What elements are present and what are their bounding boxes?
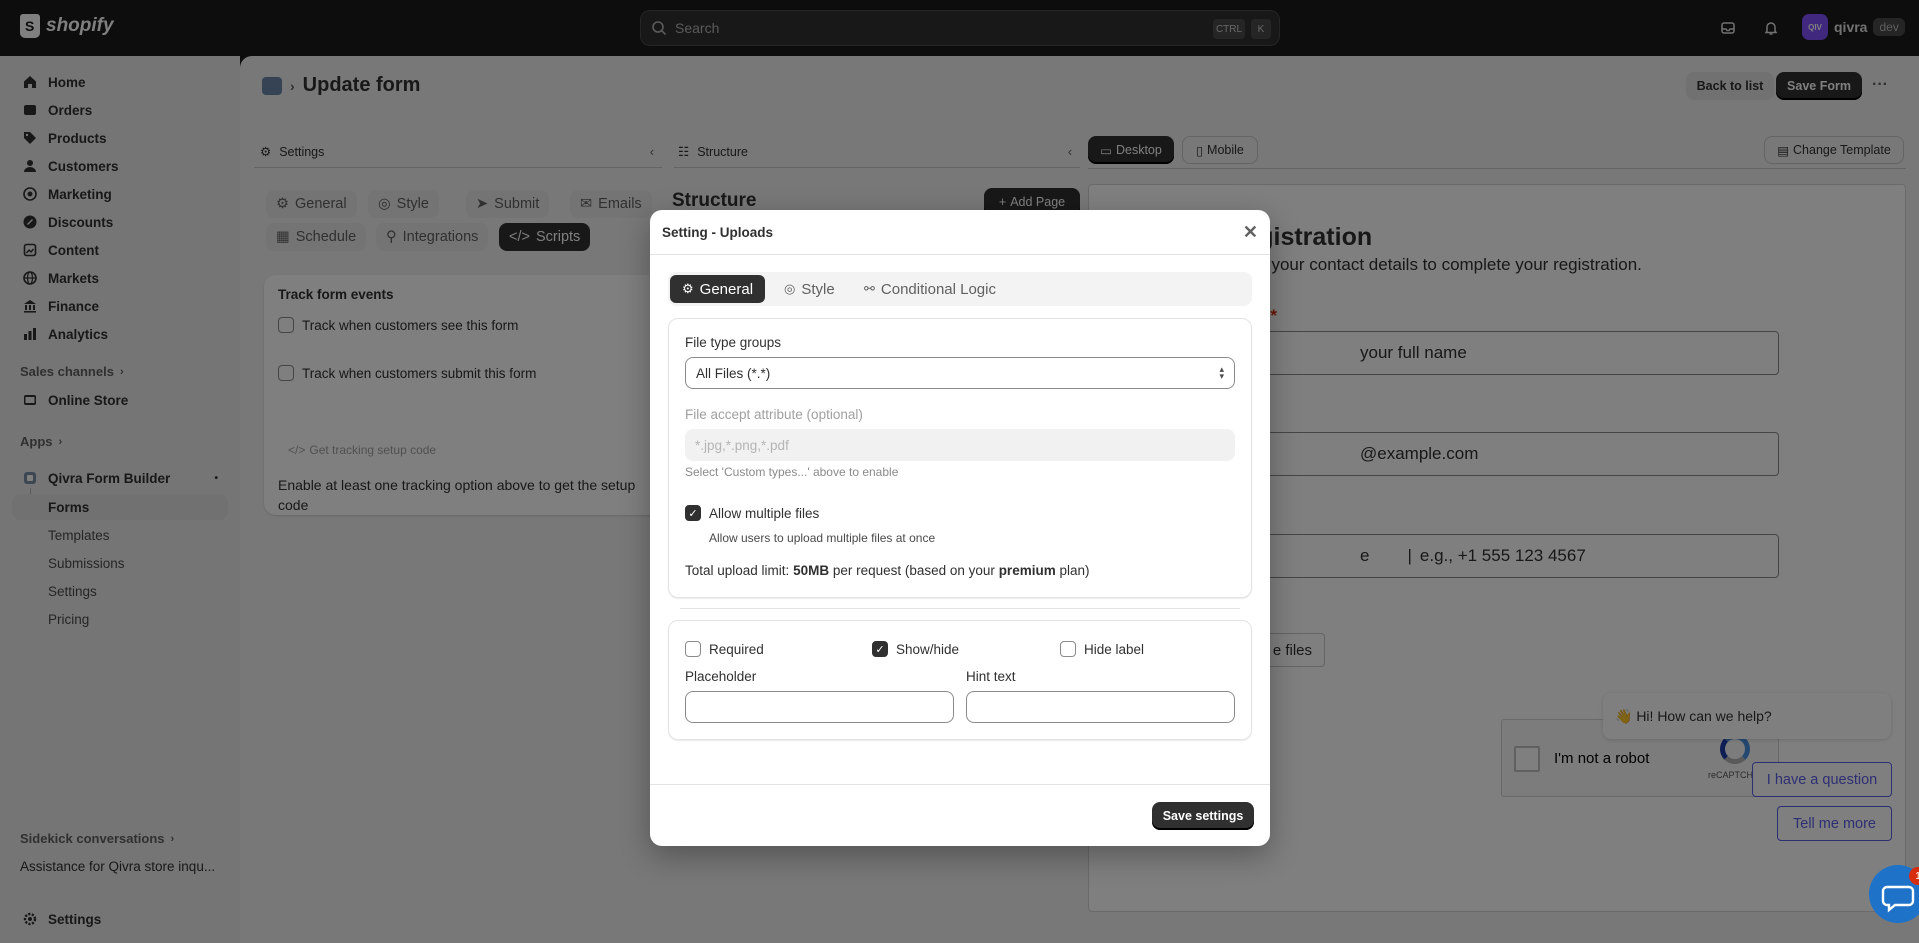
required-option[interactable]: Required [685, 641, 764, 657]
hint-text-input[interactable] [966, 691, 1235, 723]
allow-multiple-help: Allow users to upload multiple files at … [709, 531, 936, 545]
placeholder-label: Placeholder [685, 669, 757, 684]
close-icon[interactable]: ✕ [1243, 223, 1258, 241]
modal-tab-conditional-logic[interactable]: ⚯ Conditional Logic [852, 275, 1008, 303]
upload-limit-plan: premium [998, 563, 1056, 578]
hide-label-label: Hide label [1084, 641, 1145, 657]
allow-multiple-checkbox[interactable]: ✓ [685, 505, 701, 521]
check-icon: ✓ [875, 643, 885, 656]
uploads-settings-modal: Setting - Uploads ✕ ⚙ General ◎ Style ⚯ … [650, 210, 1270, 846]
placeholder-input[interactable] [685, 691, 954, 723]
accept-help: Select 'Custom types...' above to enable [685, 465, 899, 479]
save-settings-button[interactable]: Save settings [1152, 802, 1254, 830]
file-type-label: File type groups [685, 335, 782, 350]
upload-limit-prefix: Total upload limit: [685, 563, 794, 578]
file-type-value: All Files (*.*) [696, 365, 771, 381]
hide-label-checkbox[interactable] [1060, 641, 1076, 657]
modal-tab-style[interactable]: ◎ Style [772, 275, 847, 303]
required-checkbox[interactable] [685, 641, 701, 657]
modal-header: Setting - Uploads ✕ [650, 210, 1270, 255]
modal-tabs: ⚙ General ◎ Style ⚯ Conditional Logic [668, 272, 1252, 306]
card-divider [680, 608, 1240, 609]
modal-tab-general[interactable]: ⚙ General [670, 275, 766, 303]
hint-text-label: Hint text [966, 669, 1016, 684]
upload-limit-text: Total upload limit: 50MB per request (ba… [685, 563, 1089, 578]
accept-input[interactable]: *.jpg,*.png,*.pdf [685, 429, 1235, 461]
modal-title: Setting - Uploads [662, 224, 773, 240]
showhide-checkbox[interactable]: ✓ [872, 641, 888, 657]
modal-tab-label: Style [801, 280, 835, 298]
showhide-option[interactable]: ✓ Show/hide [872, 641, 959, 657]
file-type-select[interactable]: All Files (*.*) ▴ ▾ [685, 357, 1235, 389]
allow-multiple-label: Allow multiple files [709, 505, 820, 521]
select-chevron-icon: ▴ ▾ [1219, 364, 1224, 381]
check-icon: ✓ [688, 507, 698, 520]
modal-footer: Save settings [650, 784, 1270, 846]
showhide-label: Show/hide [896, 641, 960, 657]
upload-limit-mid: per request (based on your [829, 563, 999, 578]
required-label: Required [709, 641, 764, 657]
chat-launcher-button[interactable]: 1 [1869, 865, 1919, 923]
palette-icon: ◎ [784, 281, 796, 296]
modal-tab-label: General [699, 280, 754, 298]
upload-limit-suffix: plan) [1055, 563, 1090, 578]
modal-tab-label: Conditional Logic [880, 280, 996, 298]
accept-label: File accept attribute (optional) [685, 407, 863, 422]
upload-limit-size: 50MB [793, 563, 830, 578]
hide-label-option[interactable]: Hide label [1060, 641, 1144, 657]
branch-icon: ⚯ [864, 281, 875, 296]
gear-icon: ⚙ [682, 281, 694, 296]
upload-options-card: File type groups All Files (*.*) ▴ ▾ File… [668, 318, 1252, 598]
allow-multiple-option[interactable]: ✓ Allow multiple files [685, 505, 819, 521]
field-options-card: Required ✓ Show/hide Hide label Placehol… [668, 620, 1252, 740]
